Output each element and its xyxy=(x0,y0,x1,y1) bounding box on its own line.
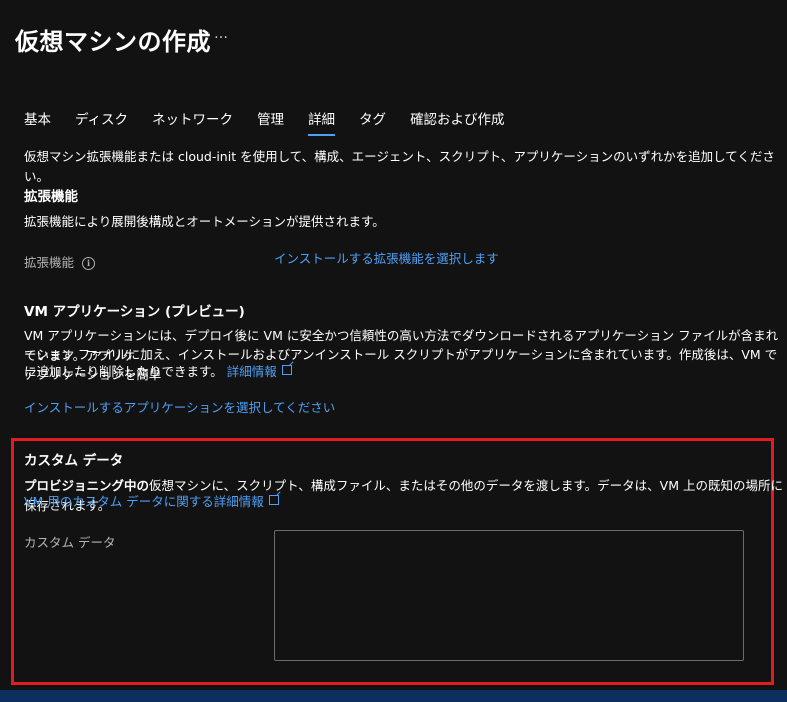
external-link-icon xyxy=(268,495,279,505)
tab-basics[interactable]: 基本 xyxy=(24,108,51,136)
intro-text: 仮想マシン拡張機能または cloud-init を使用して、構成、エージェント、… xyxy=(24,149,775,184)
tab-networking[interactable]: ネットワーク xyxy=(152,108,233,136)
tab-tags[interactable]: タグ xyxy=(359,108,386,136)
tab-review-create[interactable]: 確認および作成 xyxy=(410,108,505,136)
page-title: 仮想マシンの作成 xyxy=(15,28,211,56)
tab-advanced[interactable]: 詳細 xyxy=(308,108,336,136)
tab-bar: 基本 ディスク ネットワーク 管理 詳細 タグ 確認および作成 xyxy=(24,108,529,136)
extensions-field-label: 拡張機能 xyxy=(24,255,75,270)
vm-apps-heading: VM アプリケーション (プレビュー) xyxy=(24,304,245,320)
bottom-bar xyxy=(0,690,787,702)
select-extensions-link[interactable]: インストールする拡張機能を選択します xyxy=(274,249,499,269)
custom-data-field-label: カスタム データ xyxy=(24,535,116,550)
extensions-heading: 拡張機能 xyxy=(24,189,78,205)
info-icon[interactable]: i xyxy=(82,257,96,270)
custom-data-learn-more-link[interactable]: VM 用のカスタム データに関する詳細情報 xyxy=(24,492,279,512)
ellipsis-icon[interactable]: … xyxy=(214,26,228,42)
vm-apps-learn-more-link[interactable]: 詳細情報 xyxy=(227,364,292,379)
create-vm-page: 仮想マシンの作成 … 基本 ディスク ネットワーク 管理 詳細 タグ 確認および… xyxy=(0,0,787,702)
extensions-description: 拡張機能により展開後構成とオートメーションが提供されます。 xyxy=(24,214,385,229)
tab-management[interactable]: 管理 xyxy=(257,108,284,136)
vm-apps-description-line3-row: に追加したり削除したりできます。 詳細情報 xyxy=(24,362,292,382)
custom-data-textarea[interactable] xyxy=(274,530,744,661)
select-applications-link[interactable]: インストールするアプリケーションを選択してください xyxy=(24,398,335,418)
custom-data-description-bold: プロビジョニング中の xyxy=(24,478,150,493)
vm-apps-description-line3: に追加したり削除したりできます。 xyxy=(24,364,223,379)
tab-disks[interactable]: ディスク xyxy=(75,108,128,136)
custom-data-heading: カスタム データ xyxy=(24,453,124,469)
external-link-icon xyxy=(281,365,292,375)
extensions-field: 拡張機能 i xyxy=(24,253,96,273)
